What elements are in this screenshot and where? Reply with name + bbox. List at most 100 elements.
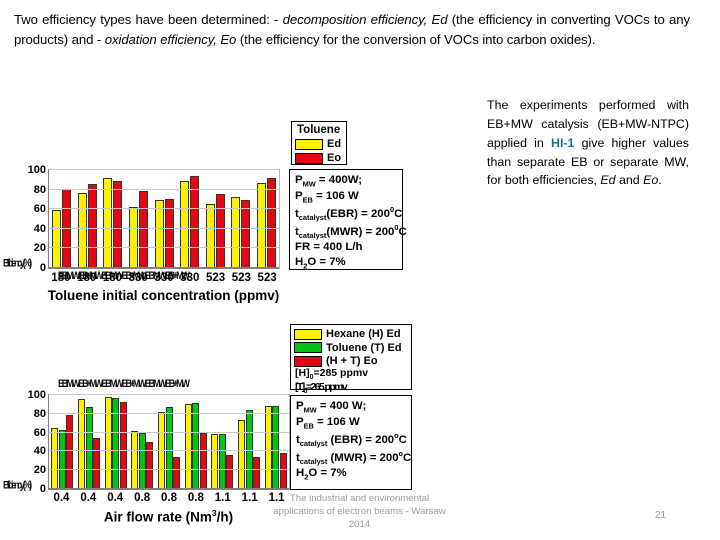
side-note-paragraph: The experiments performed with EB+MW cat…	[487, 96, 689, 190]
chart2-legend-swatch-hexane	[294, 328, 322, 340]
chart-toluene-initial-concentration: EB MW EB+MW EB MW EB+MW EB MW EB+MW 0 20 4…	[3, 118, 407, 303]
x-axis-tick-label: 0.8	[134, 492, 151, 504]
bar	[85, 407, 93, 489]
x-axis-tick-label: 330	[128, 272, 148, 284]
bar	[173, 457, 180, 489]
chart2-param-peb: PEB = 106 W	[296, 415, 360, 431]
x-axis-tick-label: 330	[180, 272, 200, 284]
chart1-param-h2o: H2O = 7%	[295, 256, 346, 271]
side-note-emphasis-eo: Eo	[643, 173, 659, 188]
chart2-overlap-artifact-top: EB MW EB+MW EB MW EB+MW EB MW EB+MW	[58, 376, 190, 390]
chart2-legend-note-hexane-conc: [H]0=285 ppmv	[295, 366, 369, 382]
side-note-highlight-hi1: HI-1	[551, 135, 575, 150]
chart-air-flow-rate: EB MW EB+MW EB MW EB+MW EB MW EB+MW 0 20 4…	[3, 322, 414, 525]
chart2-legend-row-hexane: Hexane (H) Ed	[294, 328, 408, 341]
chart2-legend-swatch-ht-eo	[294, 356, 322, 368]
side-note-segment-3: and	[615, 173, 644, 188]
y-axis-tick-label: 80	[33, 407, 46, 420]
bar	[180, 180, 190, 268]
x-axis-tick-label: 1.1	[214, 492, 231, 504]
gridline	[49, 450, 289, 452]
bar	[87, 183, 97, 268]
chart2-param-tcat-ebr: tcatalyst (EBR) = 200oC	[296, 430, 407, 448]
y-axis-tick-label: 20	[33, 242, 46, 255]
bar	[113, 180, 123, 268]
y-axis-tick-label: 20	[33, 464, 46, 477]
bar	[131, 430, 139, 489]
bar	[218, 434, 226, 489]
side-note-emphasis-ed: Ed	[600, 173, 616, 188]
x-axis-tick-label: 0.4	[53, 492, 70, 504]
chart1-category-labels: 180 180 180 330 330 330 523 523 523	[48, 272, 280, 284]
gridline	[49, 208, 279, 210]
footer-line-1: The industrial and environmental	[289, 493, 430, 504]
footer-line-2: applications of electron beams - Warsaw	[273, 505, 446, 517]
bar	[138, 432, 146, 489]
bar	[112, 397, 120, 489]
chart1-legend-row-eo: Eo	[295, 152, 343, 165]
chart2-bars-layer	[49, 395, 289, 489]
chart1-param-tcat-ebr: tcatalyst(EBR) = 2000C	[295, 204, 403, 222]
chart1-param-peb: PEB = 106 W	[295, 189, 359, 205]
intro-segment-1: Two efficiency types have been determine…	[14, 12, 283, 27]
gridline	[49, 469, 289, 471]
bar	[241, 200, 251, 268]
x-axis-tick-label: 523	[205, 272, 226, 284]
side-note-segment-4: .	[658, 173, 662, 188]
chart1-legend-label-eo: Eo	[327, 151, 342, 164]
bar	[192, 402, 200, 489]
bar	[256, 182, 266, 268]
chart2-legend-label-toluene: Toluene (T) Ed	[326, 341, 402, 354]
chart1-bars-layer	[49, 170, 279, 268]
bar	[154, 200, 164, 268]
chart2-parameters-box: PMW = 400 W; PEB = 106 W tcatalyst (EBR)…	[290, 395, 412, 490]
intro-emphasis-oxidation: oxidation efficiency, Eo	[104, 31, 237, 47]
bar	[66, 414, 74, 489]
x-axis-tick-label: 0.4	[107, 492, 124, 504]
bar	[184, 404, 192, 489]
bar	[119, 401, 127, 489]
bar	[165, 407, 173, 489]
y-axis-tick-label: 100	[27, 164, 46, 176]
chart1-legend: Toluene Ed Eo	[291, 121, 347, 165]
gridline	[49, 394, 289, 395]
x-axis-tick-label: 180	[77, 272, 97, 284]
chart2-legend: Hexane (H) Ed Toluene (T) Ed (H + T) Eo …	[290, 324, 412, 395]
chart1-legend-row-ed: Ed	[295, 138, 343, 151]
x-axis-tick-label: 180	[51, 272, 71, 284]
bar	[103, 177, 113, 268]
y-axis-tick-label: 60	[33, 203, 46, 216]
intro-paragraph: Two efficiency types have been determine…	[14, 10, 690, 49]
y-axis-tick-label: 100	[27, 389, 46, 401]
footer-citation: The industrial and environmental applica…	[252, 493, 467, 532]
chart2-param-h2o: H2O = 7%	[296, 467, 347, 482]
page-number: 21	[655, 510, 667, 521]
y-axis-tick-label: 60	[33, 426, 46, 439]
chart2-overlap-artifact-left: Efficiency (%)	[3, 479, 32, 491]
chart1-x-axis-title-text: Toluene initial concentration (ppmv)	[47, 288, 280, 303]
chart1-legend-swatch-eo	[295, 152, 323, 164]
bar	[146, 442, 154, 489]
chart1-param-pmw: PMW = 400W;	[295, 174, 363, 189]
gridline	[49, 431, 289, 433]
chart2-param-pmw: PMW = 400 W;	[296, 400, 367, 415]
gridline	[49, 169, 279, 170]
x-axis-tick-label: 523	[257, 272, 277, 284]
bar	[279, 453, 287, 489]
x-axis-tick-label: 0.8	[161, 492, 177, 504]
bar	[215, 193, 225, 268]
bar	[264, 406, 272, 489]
intro-emphasis-decomposition: decomposition efficiency, Ed	[282, 12, 448, 27]
gridline	[49, 188, 279, 190]
chart1-legend-swatch-ed	[295, 139, 323, 151]
x-axis-tick-label: 523	[231, 272, 251, 284]
bar	[104, 396, 112, 489]
bar	[226, 455, 234, 489]
chart1-legend-label-ed: Ed	[327, 138, 342, 151]
chart2-legend-note-toluene-conc: [T]0=265 ppmv	[295, 380, 348, 395]
bar	[138, 190, 148, 268]
x-axis-tick-label: 0.8	[187, 492, 204, 504]
bar	[253, 457, 260, 489]
x-axis-tick-label: 0.4	[80, 492, 97, 504]
bar	[205, 204, 215, 268]
